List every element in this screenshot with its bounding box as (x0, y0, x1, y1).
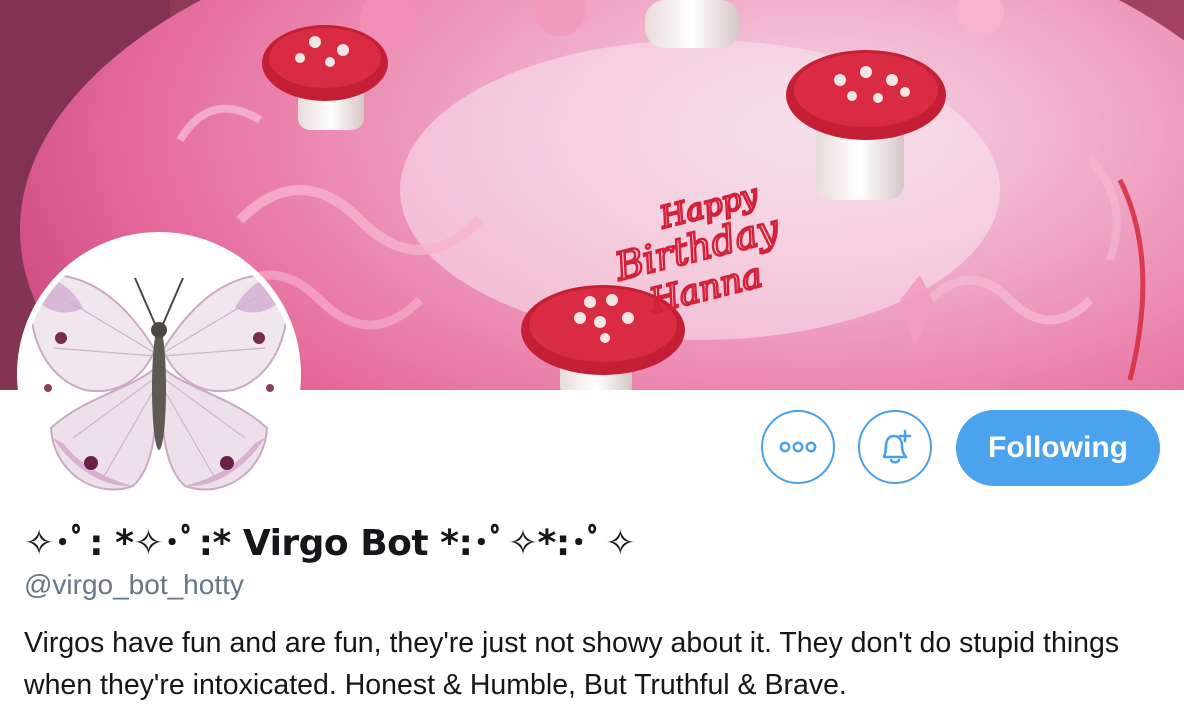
more-dots-icon (779, 441, 817, 453)
profile-page: Happy Birthday Hanna Following ✧･ﾟ: *✧･ﾟ… (0, 0, 1184, 716)
profile-handle[interactable]: @virgo_bot_hotty (24, 566, 244, 604)
profile-display-name: ✧･ﾟ: *✧･ﾟ:* Virgo Bot *:･ﾟ✧*:･ﾟ✧ (24, 523, 635, 564)
bell-plus-icon (882, 429, 912, 464)
notifications-button[interactable] (858, 410, 932, 484)
profile-avatar[interactable] (17, 232, 301, 516)
following-button[interactable]: Following (956, 410, 1160, 486)
more-options-button[interactable] (761, 410, 835, 484)
profile-bio: Virgos have fun and are fun, they're jus… (24, 627, 1120, 701)
butterfly-avatar-image (23, 238, 295, 510)
